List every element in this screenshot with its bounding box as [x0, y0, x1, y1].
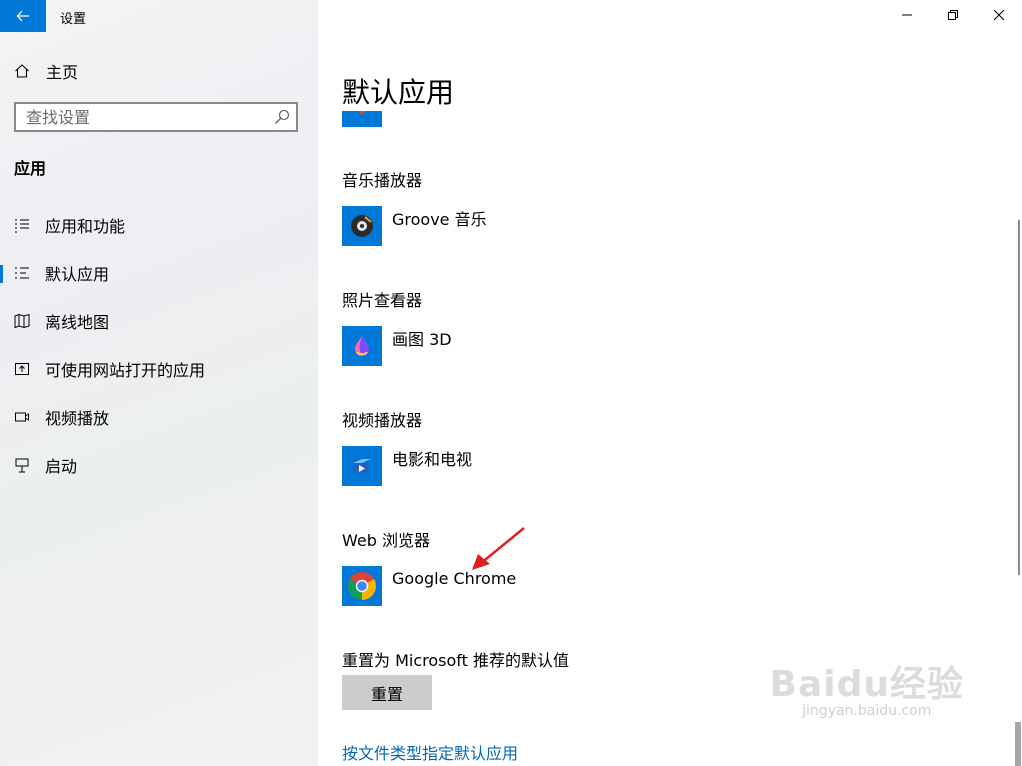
page-title: 默认应用 — [342, 70, 475, 111]
close-icon — [993, 9, 1005, 21]
groove-music-icon — [342, 206, 382, 246]
group-label-music: 音乐播放器 — [342, 171, 423, 190]
search-input[interactable] — [16, 106, 268, 128]
sidebar-item-video-playback[interactable]: 视频播放 — [0, 397, 318, 437]
main-content: 地图 默认应用 音乐播放器 Groove 音乐 照片查看器 画图 3D 视频播放… — [318, 0, 1022, 766]
default-app-photos[interactable]: 画图 3D — [342, 325, 452, 367]
sidebar-item-offline-maps[interactable]: 离线地图 — [0, 301, 318, 341]
watermark: Baidu经验 jingyan.baidu.com — [770, 655, 964, 719]
video-icon — [13, 408, 31, 426]
app-name: Groove 音乐 — [392, 210, 487, 229]
sidebar-item-startup[interactable]: 启动 — [0, 445, 318, 485]
map-icon — [13, 312, 31, 330]
sidebar-item-label: 默认应用 — [45, 265, 110, 284]
sidebar-item-label: 离线地图 — [45, 313, 110, 332]
restore-icon — [948, 10, 958, 20]
search-icon[interactable] — [274, 109, 290, 125]
restore-button[interactable] — [930, 0, 976, 30]
group-label-photos: 照片查看器 — [342, 291, 423, 310]
close-button[interactable] — [976, 0, 1022, 30]
home-icon — [14, 62, 32, 80]
sidebar-item-label: 可使用网站打开的应用 — [45, 361, 206, 380]
sidebar: 设置 主页 应用 应用和功能 默认应用 — [0, 0, 318, 766]
default-app-music[interactable]: Groove 音乐 — [342, 205, 487, 247]
search-box[interactable] — [14, 102, 298, 132]
home-label: 主页 — [46, 63, 79, 82]
sidebar-item-home[interactable]: 主页 — [14, 58, 78, 84]
scrollbar-thumb[interactable] — [1015, 722, 1021, 766]
sidebar-item-label: 应用和功能 — [45, 217, 126, 236]
minimize-icon — [902, 14, 912, 16]
list-icon — [13, 216, 31, 234]
group-label-video: 视频播放器 — [342, 411, 423, 430]
sidebar-item-apps-features[interactable]: 应用和功能 — [0, 205, 318, 245]
sidebar-item-default-apps[interactable]: 默认应用 — [0, 253, 318, 293]
default-apps-icon — [13, 264, 31, 282]
scrollbar[interactable] — [1018, 220, 1020, 575]
reset-button[interactable]: 重置 — [342, 675, 432, 710]
back-arrow-icon — [16, 10, 29, 22]
sidebar-item-label: 启动 — [45, 457, 78, 476]
startup-icon — [13, 456, 31, 474]
choose-by-filetype-link[interactable]: 按文件类型指定默认应用 — [342, 740, 518, 764]
app-title: 设置 — [60, 12, 87, 27]
paint-3d-icon — [342, 326, 382, 366]
app-name: 电影和电视 — [392, 450, 473, 469]
watermark-logo: Baidu经验 — [769, 664, 964, 705]
sidebar-item-label: 视频播放 — [45, 409, 110, 428]
minimize-button[interactable] — [884, 0, 930, 30]
annotation-arrow-icon — [472, 527, 525, 570]
sidebar-item-apps-for-websites[interactable]: 可使用网站打开的应用 — [0, 349, 318, 389]
settings-window: 设置 主页 应用 应用和功能 默认应用 — [0, 0, 1022, 766]
default-app-video[interactable]: 电影和电视 — [342, 445, 472, 487]
group-label-browser: Web 浏览器 — [342, 531, 430, 550]
chrome-icon — [342, 566, 382, 606]
reset-label: 重置为 Microsoft 推荐的默认值 — [342, 651, 569, 670]
back-button[interactable] — [0, 0, 46, 32]
app-name: 画图 3D — [392, 330, 452, 349]
open-in-app-icon — [13, 360, 31, 378]
movies-tv-icon — [342, 446, 382, 486]
section-title: 应用 — [14, 159, 47, 178]
